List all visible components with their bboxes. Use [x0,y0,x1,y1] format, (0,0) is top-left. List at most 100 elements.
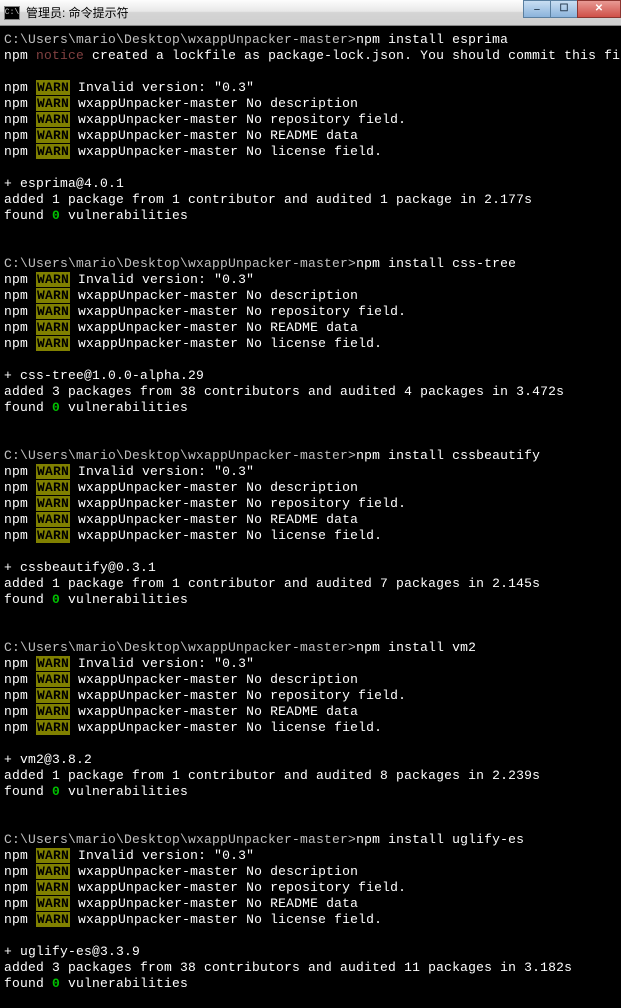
npm-warn-line: npm WARN wxappUnpacker-master No reposit… [4,304,617,320]
close-button[interactable] [577,0,621,18]
warn-label: WARN [36,848,70,863]
npm-label: npm [4,80,28,95]
warn-label: WARN [36,128,70,143]
warn-label: WARN [36,464,70,479]
notice-text: created a lockfile as package-lock.json.… [84,48,621,63]
npm-label: npm [4,704,28,719]
command-text: npm install cssbeautify [356,448,540,463]
warn-text: wxappUnpacker-master No license field. [70,528,382,543]
warn-text: wxappUnpacker-master No description [70,96,358,111]
warn-label: WARN [36,880,70,895]
warn-text: wxappUnpacker-master No repository field… [70,880,406,895]
installed-package: + cssbeautify@0.3.1 [4,560,617,576]
npm-label: npm [4,864,28,879]
warn-text: wxappUnpacker-master No license field. [70,720,382,735]
warn-text: wxappUnpacker-master No license field. [70,336,382,351]
added-summary: added 3 packages from 38 contributors an… [4,384,617,400]
npm-warn-line: npm WARN wxappUnpacker-master No descrip… [4,480,617,496]
prompt-line: C:\Users\mario\Desktop\wxappUnpacker-mas… [4,448,617,464]
warn-text: wxappUnpacker-master No description [70,480,358,495]
found-vulnerabilities: found 0 vulnerabilities [4,784,617,800]
found-vulnerabilities: found 0 vulnerabilities [4,592,617,608]
blank-line [4,624,617,640]
warn-label: WARN [36,704,70,719]
prompt-path: C:\Users\mario\Desktop\wxappUnpacker-mas… [4,448,356,463]
notice-label: notice [36,48,84,63]
blank-line [4,64,617,80]
vuln-text: vulnerabilities [60,208,188,223]
window-title-bar: C:\ 管理员: 命令提示符 ☐ [0,0,621,26]
vuln-text: vulnerabilities [60,592,188,607]
warn-text: Invalid version: "0.3" [70,272,254,287]
npm-warn-line: npm WARN wxappUnpacker-master No license… [4,144,617,160]
warn-label: WARN [36,272,70,287]
npm-notice-line: npm notice created a lockfile as package… [4,48,617,64]
warn-text: wxappUnpacker-master No README data [70,896,358,911]
npm-warn-line: npm WARN wxappUnpacker-master No license… [4,720,617,736]
vuln-count: 0 [52,976,60,991]
npm-warn-line: npm WARN Invalid version: "0.3" [4,272,617,288]
maximize-button[interactable]: ☐ [550,0,578,18]
blank-line [4,352,617,368]
npm-label: npm [4,880,28,895]
prompt-path: C:\Users\mario\Desktop\wxappUnpacker-mas… [4,832,356,847]
vuln-count: 0 [52,400,60,415]
npm-label: npm [4,320,28,335]
npm-label: npm [4,672,28,687]
npm-label: npm [4,336,28,351]
npm-warn-line: npm WARN wxappUnpacker-master No reposit… [4,880,617,896]
installed-package: + uglify-es@3.3.9 [4,944,617,960]
window-buttons: ☐ [524,0,621,18]
npm-warn-line: npm WARN Invalid version: "0.3" [4,848,617,864]
blank-line [4,544,617,560]
cmd-icon: C:\ [4,6,20,20]
added-summary: added 1 package from 1 contributor and a… [4,768,617,784]
npm-warn-line: npm WARN wxappUnpacker-master No README … [4,512,617,528]
blank-line [4,240,617,256]
minimize-button[interactable] [523,0,551,18]
prompt-path: C:\Users\mario\Desktop\wxappUnpacker-mas… [4,640,356,655]
warn-label: WARN [36,672,70,687]
warn-label: WARN [36,496,70,511]
found-label: found [4,784,52,799]
npm-warn-line: npm WARN wxappUnpacker-master No descrip… [4,864,617,880]
npm-label: npm [4,464,28,479]
warn-text: Invalid version: "0.3" [70,80,254,95]
warn-label: WARN [36,480,70,495]
npm-warn-line: npm WARN wxappUnpacker-master No descrip… [4,96,617,112]
vuln-text: vulnerabilities [60,400,188,415]
npm-label: npm [4,144,28,159]
prompt-line: C:\Users\mario\Desktop\wxappUnpacker-mas… [4,832,617,848]
npm-warn-line: npm WARN wxappUnpacker-master No README … [4,320,617,336]
found-vulnerabilities: found 0 vulnerabilities [4,976,617,992]
installed-package: + esprima@4.0.1 [4,176,617,192]
prompt-line: C:\Users\mario\Desktop\wxappUnpacker-mas… [4,256,617,272]
npm-label: npm [4,304,28,319]
prompt-path: C:\Users\mario\Desktop\wxappUnpacker-mas… [4,256,356,271]
warn-text: wxappUnpacker-master No README data [70,512,358,527]
found-label: found [4,208,52,223]
npm-warn-line: npm WARN Invalid version: "0.3" [4,464,617,480]
warn-text: wxappUnpacker-master No description [70,288,358,303]
added-summary: added 1 package from 1 contributor and a… [4,576,617,592]
warn-label: WARN [36,512,70,527]
console-output[interactable]: C:\Users\mario\Desktop\wxappUnpacker-mas… [0,26,621,1008]
warn-label: WARN [36,656,70,671]
found-label: found [4,592,52,607]
window-title: 管理员: 命令提示符 [26,4,129,21]
blank-line [4,160,617,176]
blank-line [4,800,617,816]
blank-line [4,928,617,944]
warn-text: Invalid version: "0.3" [70,848,254,863]
warn-text: wxappUnpacker-master No description [70,864,358,879]
warn-label: WARN [36,336,70,351]
vuln-text: vulnerabilities [60,976,188,991]
warn-text: Invalid version: "0.3" [70,464,254,479]
added-summary: added 3 packages from 38 contributors an… [4,960,617,976]
npm-label: npm [4,848,28,863]
npm-warn-line: npm WARN wxappUnpacker-master No descrip… [4,672,617,688]
warn-text: wxappUnpacker-master No repository field… [70,688,406,703]
warn-text: wxappUnpacker-master No repository field… [70,496,406,511]
command-text: npm install css-tree [356,256,516,271]
npm-warn-line: npm WARN wxappUnpacker-master No descrip… [4,288,617,304]
